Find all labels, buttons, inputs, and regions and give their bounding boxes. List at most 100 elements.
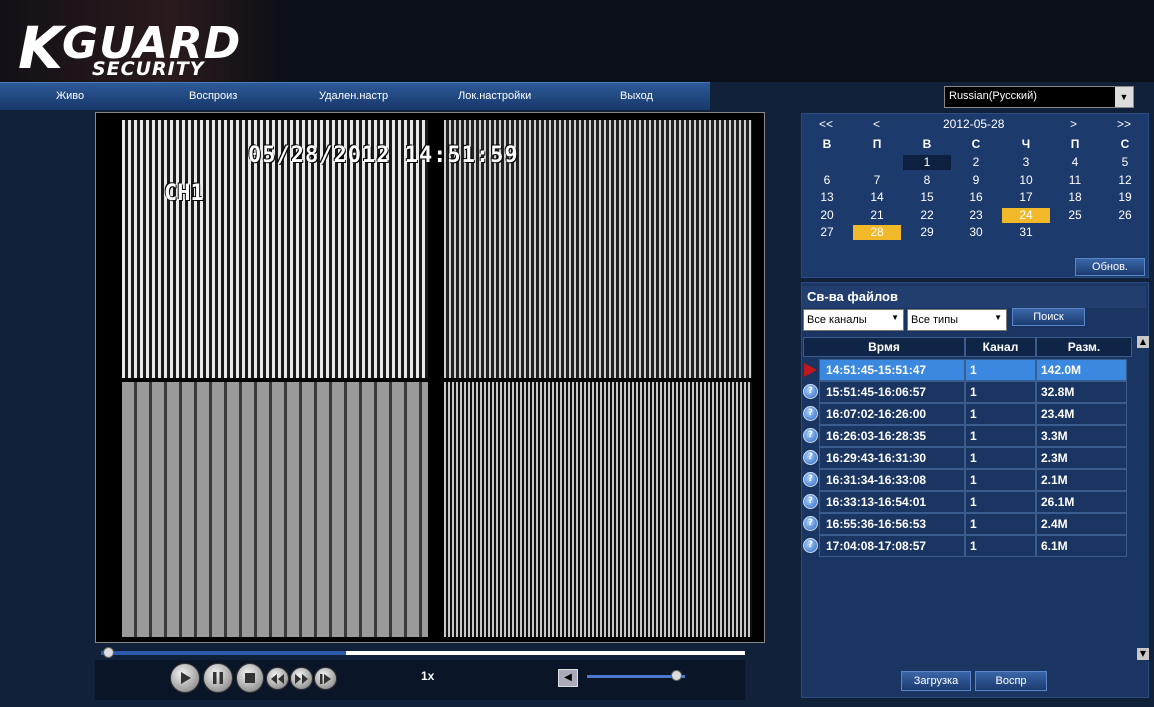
calendar-day[interactable]: 25 <box>1051 208 1099 223</box>
search-button[interactable]: Поиск <box>1012 308 1085 326</box>
table-row[interactable]: 16:26:03-16:28:35 1 3.3M? <box>803 425 1137 447</box>
calendar-day[interactable]: 15 <box>903 190 951 205</box>
refresh-button[interactable]: Обнов. <box>1075 258 1145 276</box>
table-row[interactable]: 15:51:45-16:06:57 1 32.8M? <box>803 381 1137 403</box>
recording-icon: ? <box>803 406 818 421</box>
calendar-day[interactable]: 20 <box>803 208 851 223</box>
scroll-down-icon[interactable]: ▼ <box>1137 648 1149 660</box>
chevron-down-icon: ▼ <box>891 313 899 322</box>
playback-speed: 1x <box>421 669 435 683</box>
next-year-button[interactable]: >> <box>1117 117 1131 131</box>
download-button[interactable]: Загрузка <box>901 671 971 691</box>
calendar-day[interactable]: 21 <box>853 208 901 223</box>
weekday-label: С <box>1120 137 1130 151</box>
calendar-day[interactable]: 17 <box>1002 190 1050 205</box>
column-header-time[interactable]: Врмя <box>803 337 965 357</box>
play-file-button[interactable]: Воспр <box>975 671 1047 691</box>
progress-handle[interactable] <box>103 647 114 658</box>
calendar-day[interactable]: 10 <box>1002 173 1050 188</box>
table-row[interactable]: 14:51:45-15:51:47 1 142.0M <box>803 359 1137 381</box>
prev-year-button[interactable]: << <box>819 117 833 131</box>
column-header-channel[interactable]: Канал <box>965 337 1036 357</box>
calendar-day[interactable]: 6 <box>803 173 851 188</box>
scroll-up-icon[interactable]: ▲ <box>1137 336 1149 348</box>
calendar-day <box>803 155 851 170</box>
table-row[interactable]: 16:55:36-16:56:53 1 2.4M? <box>803 513 1137 535</box>
nav-exit[interactable]: Выход <box>620 90 653 102</box>
calendar: << < 2012-05-28 > >> В П В С Ч П С 1 2 3 4 5 6 7 8 9 10 1… <box>801 113 1149 278</box>
recording-icon: ? <box>803 428 818 443</box>
calendar-day[interactable]: 11 <box>1051 173 1099 188</box>
calendar-day[interactable]: 28 <box>853 225 901 241</box>
cell-size: 2.4M <box>1036 513 1127 535</box>
step-frame-button[interactable] <box>314 667 337 690</box>
fast-forward-button[interactable] <box>290 667 313 690</box>
files-panel: Св-ва файлов Все каналы ▼ Все типы ▼ Пои… <box>801 282 1149 698</box>
nav-live[interactable]: Живо <box>56 90 84 102</box>
language-select[interactable]: Russian(Русский) ▼ <box>944 86 1134 108</box>
calendar-day[interactable]: 27 <box>803 225 851 240</box>
calendar-day[interactable]: 12 <box>1101 173 1149 188</box>
table-row[interactable]: 16:29:43-16:31:30 1 2.3M? <box>803 447 1137 469</box>
table-row[interactable]: 16:31:34-16:33:08 1 2.1M? <box>803 469 1137 491</box>
calendar-day[interactable]: 3 <box>1002 155 1050 170</box>
calendar-day[interactable]: 24 <box>1002 207 1050 223</box>
file-list-scrollbar[interactable]: ▲ ▼ <box>1137 336 1149 662</box>
cell-channel: 1 <box>965 491 1036 513</box>
osd-timestamp: 05/28/2012 14:51:59 <box>248 143 519 168</box>
calendar-day[interactable]: 1 <box>903 155 951 170</box>
speaker-icon[interactable]: ◀ <box>558 669 578 687</box>
fast-forward-icon <box>295 673 308 684</box>
chevron-down-icon[interactable]: ▼ <box>1115 87 1133 107</box>
weekday-label: Ч <box>1021 137 1031 151</box>
cell-time: 16:31:34-16:33:08 <box>819 469 965 491</box>
language-value: Russian(Русский) <box>949 90 1037 102</box>
type-filter-select[interactable]: Все типы ▼ <box>907 309 1007 331</box>
nav-remote-settings[interactable]: Удален.настр <box>319 90 388 102</box>
calendar-day[interactable]: 5 <box>1101 155 1149 170</box>
rewind-button[interactable] <box>266 667 289 690</box>
channel-filter-select[interactable]: Все каналы ▼ <box>803 309 904 331</box>
calendar-day[interactable]: 13 <box>803 190 851 205</box>
next-month-button[interactable]: > <box>1070 117 1077 131</box>
nav-local-settings[interactable]: Лок.настройки <box>458 90 531 102</box>
calendar-day[interactable]: 22 <box>903 208 951 223</box>
video-player[interactable]: 05/28/2012 14:51:59 CH1 <box>95 112 765 643</box>
prev-month-button[interactable]: < <box>873 117 880 131</box>
play-button[interactable] <box>170 663 200 693</box>
cell-channel: 1 <box>965 403 1036 425</box>
calendar-day[interactable]: 2 <box>952 155 1000 170</box>
stop-button[interactable] <box>236 663 264 693</box>
playback-progress[interactable] <box>101 647 745 658</box>
pause-button[interactable] <box>203 663 233 693</box>
playing-arrow-icon <box>804 363 817 377</box>
calendar-day[interactable]: 26 <box>1101 208 1149 223</box>
calendar-day <box>853 155 901 170</box>
cell-time: 16:33:13-16:54:01 <box>819 491 965 513</box>
nav-playback[interactable]: Воспроиз <box>189 90 237 102</box>
play-icon <box>181 672 191 684</box>
table-row[interactable]: 16:07:02-16:26:00 1 23.4M? <box>803 403 1137 425</box>
calendar-day[interactable]: 23 <box>952 208 1000 223</box>
calendar-day[interactable]: 8 <box>903 173 951 188</box>
table-row[interactable]: 17:04:08-17:08:57 1 6.1M? <box>803 535 1137 557</box>
calendar-day[interactable]: 16 <box>952 190 1000 205</box>
calendar-day[interactable]: 31 <box>1002 225 1050 240</box>
calendar-day[interactable]: 4 <box>1051 155 1099 170</box>
calendar-day[interactable]: 30 <box>952 225 1000 240</box>
calendar-day[interactable]: 7 <box>853 173 901 188</box>
calendar-day[interactable]: 18 <box>1051 190 1099 205</box>
type-filter-value: Все типы <box>911 314 959 326</box>
logo-k: K <box>18 14 63 82</box>
calendar-day[interactable]: 19 <box>1101 190 1149 205</box>
calendar-day[interactable]: 9 <box>952 173 1000 188</box>
calendar-day[interactable]: 14 <box>853 190 901 205</box>
cell-time: 16:55:36-16:56:53 <box>819 513 965 535</box>
cell-time: 14:51:45-15:51:47 <box>819 359 965 381</box>
calendar-day[interactable]: 29 <box>903 225 951 240</box>
cell-time: 17:04:08-17:08:57 <box>819 535 965 557</box>
table-row[interactable]: 16:33:13-16:54:01 1 26.1M? <box>803 491 1137 513</box>
video-quadrant-3 <box>122 382 428 637</box>
chevron-down-icon: ▼ <box>994 313 1002 322</box>
column-header-size[interactable]: Разм. <box>1036 337 1132 357</box>
